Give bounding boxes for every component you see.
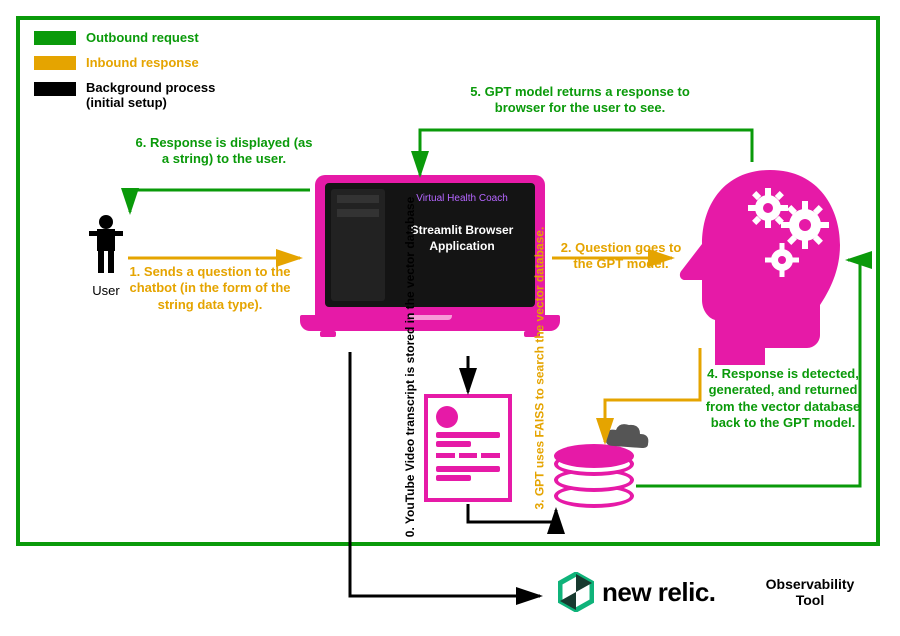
step-1-label: 1. Sends a question to the chatbot (in t… [120, 264, 300, 313]
step-3-label: 3. GPT uses FAISS to search the vector d… [533, 330, 548, 510]
step-2-label: 2. Question goes to the GPT model. [558, 240, 684, 273]
step-0-label: 0. YouTube Video transcript is stored in… [403, 317, 417, 537]
newrelic-wordmark: new relic. [602, 577, 716, 608]
newrelic-name: new relic [602, 577, 709, 607]
step-5-label: 5. GPT model returns a response to brows… [470, 84, 690, 117]
newrelic-hex-icon [558, 572, 594, 612]
step-4-label: 4. Response is detected, generated, and … [700, 366, 866, 431]
newrelic-dot: . [709, 577, 716, 607]
newrelic-logo: new relic. [558, 572, 716, 612]
observability-label: Observability Tool [760, 576, 860, 608]
step-6-label: 6. Response is displayed (as a string) t… [134, 135, 314, 168]
arrows-layer [0, 0, 900, 636]
